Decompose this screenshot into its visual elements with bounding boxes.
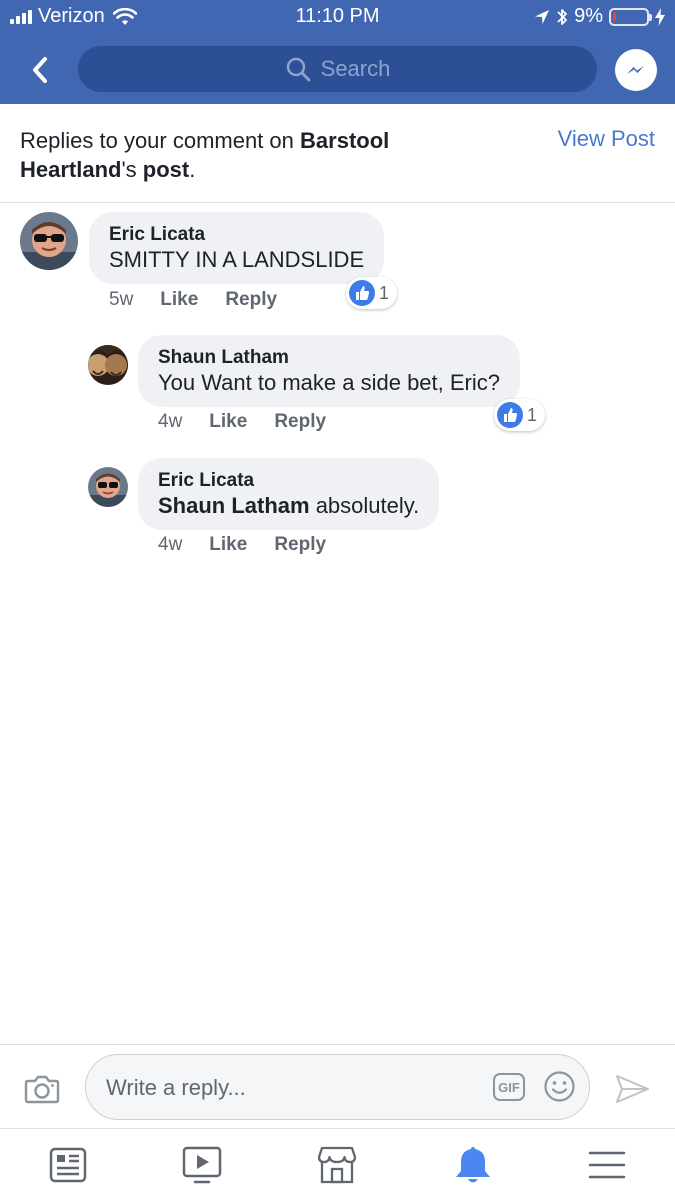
reaction-count[interactable]: 1 xyxy=(494,399,546,431)
comment-text: You Want to make a side bet, Eric? xyxy=(158,370,500,395)
tab-watch[interactable] xyxy=(178,1143,226,1187)
banner-end: . xyxy=(189,157,196,182)
news-feed-icon xyxy=(49,1147,87,1183)
comment-text: SMITTY IN A LANDSLIDE xyxy=(109,247,365,272)
comment-text: Shaun Latham absolutely. xyxy=(158,492,419,520)
battery-level xyxy=(613,11,616,22)
comment-bubble[interactable]: Shaun Latham You Want to make a side bet… xyxy=(138,335,520,407)
camera-button[interactable] xyxy=(22,1069,62,1109)
comment-age: 5w xyxy=(109,289,134,310)
reaction-count[interactable]: 1 xyxy=(346,277,398,309)
like-button[interactable]: Like xyxy=(209,534,247,556)
tab-notifications[interactable] xyxy=(449,1143,497,1187)
app-header: Verizon 11:10 PM 9% Search xyxy=(0,0,675,104)
reply-button[interactable]: Reply xyxy=(225,289,277,311)
reaction-number: 1 xyxy=(379,282,390,303)
like-button[interactable]: Like xyxy=(209,411,247,433)
like-reaction-icon xyxy=(497,402,523,428)
status-bar: Verizon 11:10 PM 9% xyxy=(0,0,675,36)
banner-prefix: Replies to your comment on xyxy=(20,128,301,153)
notifications-icon xyxy=(456,1147,490,1183)
search-input[interactable]: Search xyxy=(78,46,597,92)
back-button[interactable] xyxy=(20,50,60,90)
location-arrow-icon xyxy=(535,9,550,24)
comment-author[interactable]: Shaun Latham xyxy=(158,347,500,369)
messenger-button[interactable] xyxy=(615,49,657,91)
send-icon xyxy=(616,1075,649,1103)
status-right: 9% xyxy=(534,5,665,28)
view-post-link[interactable]: View Post xyxy=(558,126,655,152)
charging-bolt-icon xyxy=(655,7,665,26)
replies-banner: Replies to your comment on Barstool Hear… xyxy=(0,104,675,203)
camera-icon xyxy=(24,1075,60,1104)
search-placeholder: Search xyxy=(320,56,391,81)
reaction-number: 1 xyxy=(527,404,538,425)
comment-author[interactable]: Eric Licata xyxy=(109,224,364,246)
emoji-icon xyxy=(544,1071,575,1102)
watch-icon xyxy=(182,1146,222,1184)
reply-composer: Write a reply... GIF xyxy=(0,1044,675,1128)
back-icon xyxy=(33,57,47,83)
battery-icon xyxy=(609,7,652,26)
reply-placeholder: Write a reply... xyxy=(106,1075,246,1100)
comment-mention[interactable]: Shaun Latham xyxy=(158,493,310,518)
send-button[interactable] xyxy=(612,1069,652,1109)
reply-button[interactable]: Reply xyxy=(274,534,326,556)
search-icon xyxy=(286,57,311,82)
comment-actions: 4w Like Reply xyxy=(158,411,353,433)
reply-button[interactable]: Reply xyxy=(274,411,326,433)
comment-age: 4w xyxy=(158,411,183,432)
menu-icon xyxy=(588,1151,626,1179)
banner-post-word: post xyxy=(142,157,190,182)
comment-author[interactable]: Eric Licata xyxy=(158,470,419,492)
banner-middle: 's xyxy=(121,157,143,182)
gif-button[interactable]: GIF xyxy=(493,1073,525,1101)
avatar[interactable] xyxy=(88,345,128,385)
comment-bubble[interactable]: Eric Licata Shaun Latham absolutely. xyxy=(138,458,440,530)
tab-marketplace[interactable] xyxy=(313,1143,361,1187)
comment-bubble[interactable]: Eric Licata SMITTY IN A LANDSLIDE xyxy=(89,212,385,284)
bluetooth-icon xyxy=(557,8,567,25)
battery-percent: 9% xyxy=(574,5,603,27)
reply-input[interactable]: Write a reply... GIF xyxy=(85,1054,590,1120)
comment-text-body: absolutely. xyxy=(309,493,420,518)
comment-actions: 5w Like Reply xyxy=(109,289,304,311)
tab-bar xyxy=(0,1128,675,1200)
like-reaction-icon xyxy=(349,280,375,306)
messenger-icon xyxy=(627,66,644,74)
banner-text: Replies to your comment on Barstool Hear… xyxy=(20,126,440,184)
tab-menu[interactable] xyxy=(583,1143,631,1187)
emoji-button[interactable] xyxy=(543,1070,576,1103)
avatar[interactable] xyxy=(20,212,78,270)
comment-age: 4w xyxy=(158,534,183,555)
tab-news-feed[interactable] xyxy=(44,1143,92,1187)
marketplace-icon xyxy=(317,1146,357,1184)
nav-bar: Search xyxy=(0,36,675,104)
comment-actions: 4w Like Reply xyxy=(158,534,353,556)
like-button[interactable]: Like xyxy=(160,289,198,311)
avatar[interactable] xyxy=(88,467,128,507)
